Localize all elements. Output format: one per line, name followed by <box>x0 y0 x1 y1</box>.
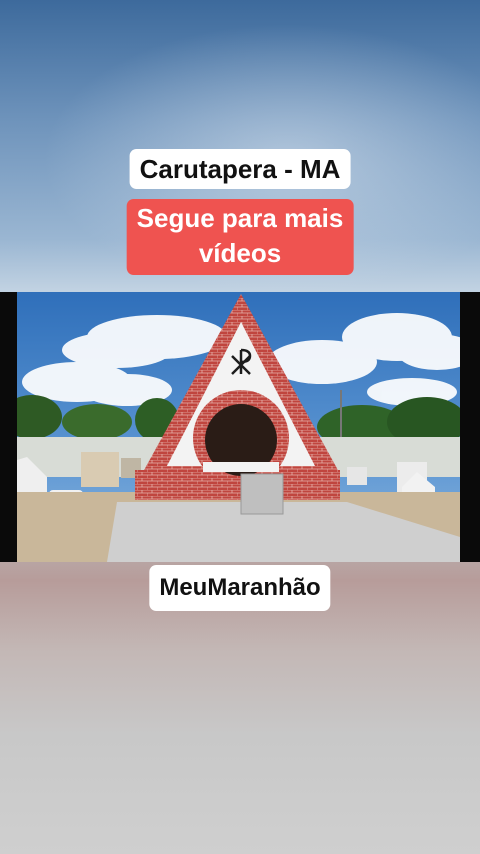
cemetery-photo-graphic <box>17 292 460 562</box>
brand-caption: MeuMaranhão <box>149 565 331 611</box>
cemetery-photo <box>17 292 460 562</box>
memorial-block <box>240 473 284 515</box>
location-caption: Carutapera - MA <box>129 149 351 189</box>
follow-caption-line-1: Segue para mais <box>136 203 344 233</box>
follow-caption: Segue para mais vídeos <box>126 199 354 275</box>
follow-caption-line-2: vídeos <box>198 238 282 268</box>
